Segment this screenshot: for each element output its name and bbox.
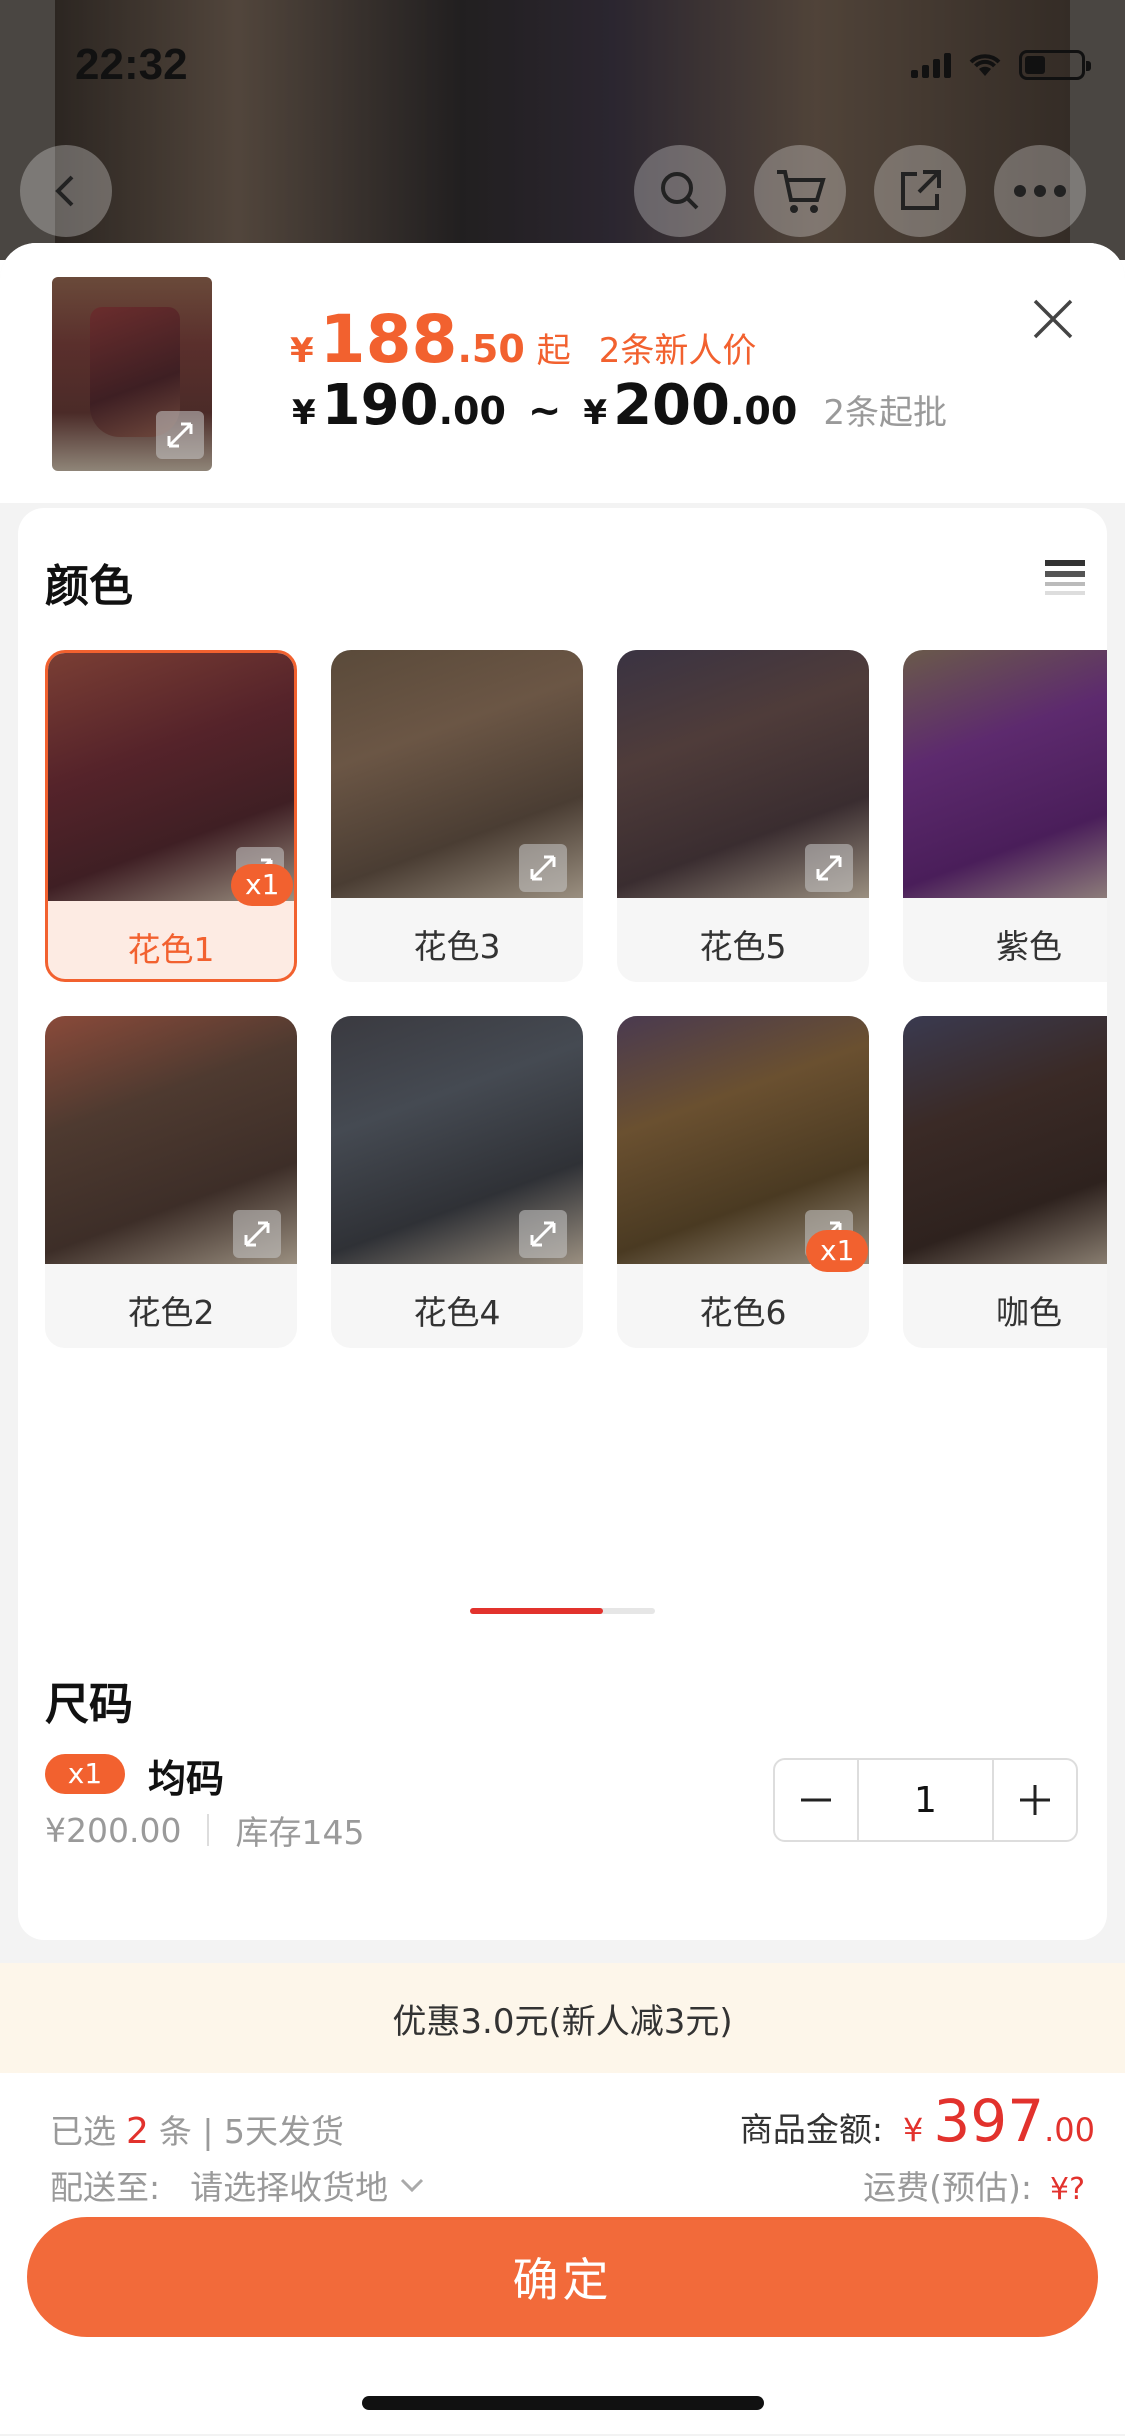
color-swatch[interactable]: 咖色 — [903, 1016, 1107, 1348]
quantity-badge: x1 — [806, 1230, 869, 1272]
expand-icon[interactable] — [805, 844, 853, 892]
share-button[interactable] — [874, 145, 966, 237]
ship-value: 请选择收货地 — [190, 2168, 389, 2207]
share-icon — [901, 170, 941, 210]
color-swatch[interactable]: 花色2 — [45, 1016, 297, 1348]
currency-symbol: ¥ — [903, 2111, 924, 2149]
close-icon[interactable] — [1025, 291, 1081, 347]
status-time: 22:32 — [75, 40, 188, 89]
search-icon — [661, 172, 699, 210]
sheet-header: ¥ 188 .50 起 2条新人价 ¥ 190 .00 ~ ¥ 200 .00 … — [0, 243, 1125, 503]
more-icon — [1014, 185, 1066, 197]
chevron-down-icon — [401, 2178, 424, 2193]
wifi-icon — [969, 54, 1001, 76]
currency-symbol: ¥ — [583, 393, 608, 433]
ship-to[interactable]: 配送至: 请选择收货地 — [50, 2161, 426, 2209]
wholesale-price-range: ¥ 190 .00 ~ ¥ 200 .00 2条起批 — [292, 373, 947, 438]
color-swatch[interactable]: 花色4 — [331, 1016, 583, 1348]
swatch-scroll-indicator — [470, 1608, 655, 1614]
swatch-name: 花色6 — [699, 1293, 787, 1332]
background-product-page: 22:32 — [0, 0, 1125, 260]
chevron-left-icon — [55, 175, 74, 207]
size-section-title: 尺码 — [45, 1679, 133, 1730]
color-swatch[interactable]: 紫色 — [903, 650, 1107, 982]
swatch-image — [903, 650, 1107, 898]
color-swatch[interactable]: 花色5 — [617, 650, 869, 982]
new-price-decimal: .50 — [457, 327, 525, 371]
new-user-price: ¥ 188 .50 起 2条新人价 — [290, 301, 756, 378]
more-button[interactable] — [994, 145, 1086, 237]
range-separator: ~ — [527, 388, 562, 434]
scroll-indicator-thumb — [470, 1608, 603, 1614]
quantity-badge: x1 — [231, 864, 294, 906]
freight-value: ¥? — [1049, 2172, 1085, 2207]
min-order-note: 2条起批 — [823, 393, 947, 433]
swatch-image — [903, 1016, 1107, 1264]
decrement-button[interactable] — [775, 1760, 857, 1840]
range-low-integer: 190 — [321, 373, 439, 438]
selected-count: 2 — [126, 2111, 149, 2152]
cart-button[interactable] — [754, 145, 846, 237]
swatch-name: 花色2 — [127, 1293, 215, 1332]
signal-icon — [911, 52, 951, 78]
expand-icon[interactable] — [519, 1210, 567, 1258]
home-indicator — [362, 2396, 764, 2410]
swatch-name: 花色5 — [699, 927, 787, 966]
size-quantity-badge: x1 — [45, 1754, 125, 1794]
selected-suffix: 条 | 5天发货 — [158, 2112, 344, 2151]
selected-summary: 已选 2 条 | 5天发货 — [50, 2105, 344, 2153]
plus-icon — [1020, 1785, 1050, 1815]
amount-integer: 397 — [933, 2087, 1045, 2155]
color-swatch[interactable]: 花色6 — [617, 1016, 869, 1348]
currency-symbol: ¥ — [292, 393, 316, 433]
promo-banner: 优惠3.0元(新人减3元) — [0, 1963, 1125, 2073]
goods-amount: 商品金额: ¥ 397 .00 — [740, 2087, 1095, 2155]
minus-icon — [801, 1798, 831, 1802]
expand-icon[interactable] — [156, 411, 204, 459]
range-high-decimal: .00 — [730, 389, 798, 433]
swatch-name: 花色4 — [413, 1293, 501, 1332]
freight-label: 运费(预估): — [863, 2168, 1032, 2207]
freight-estimate: 运费(预估): ¥? — [863, 2161, 1085, 2209]
new-price-note: 2条新人价 — [598, 331, 757, 371]
back-button[interactable] — [20, 145, 112, 237]
expand-icon[interactable] — [233, 1210, 281, 1258]
cart-icon — [777, 170, 826, 213]
quantity-stepper: 1 — [773, 1758, 1078, 1842]
size-name: 均码 — [148, 1757, 225, 1801]
selected-prefix: 已选 — [50, 2112, 116, 2151]
swatch-name: 紫色 — [996, 927, 1062, 966]
ship-label: 配送至: — [50, 2168, 161, 2207]
new-price-integer: 188 — [319, 301, 458, 378]
swatch-name: 花色3 — [413, 927, 501, 966]
status-icons — [911, 50, 1091, 80]
color-section-title: 颜色 — [45, 561, 133, 612]
sku-selector-sheet: ¥ 188 .50 起 2条新人价 ¥ 190 .00 ~ ¥ 200 .00 … — [0, 243, 1125, 2436]
product-thumbnail[interactable] — [52, 277, 212, 471]
confirm-button[interactable]: 确定 — [27, 2217, 1098, 2337]
divider — [207, 1814, 210, 1846]
color-swatch[interactable]: 花色3 — [331, 650, 583, 982]
list-view-icon[interactable] — [1043, 556, 1087, 600]
range-high-integer: 200 — [613, 373, 730, 438]
new-price-suffix: 起 — [536, 331, 571, 371]
range-low-decimal: .00 — [438, 389, 506, 433]
quantity-value[interactable]: 1 — [857, 1760, 994, 1840]
swatch-name: 咖色 — [996, 1293, 1062, 1332]
size-meta: ¥200.00 库存145 — [45, 1806, 364, 1854]
search-button[interactable] — [634, 145, 726, 237]
color-swatch[interactable]: 花色1 — [45, 650, 297, 982]
battery-icon — [1019, 50, 1091, 80]
amount-label: 商品金额: — [739, 2110, 884, 2149]
options-card: 颜色 花色1 x1 花色3 花色5 紫色 花色2 花色4 花色6 x1 咖色 尺… — [18, 508, 1107, 1940]
expand-icon[interactable] — [519, 844, 567, 892]
size-price: ¥200.00 — [45, 1810, 182, 1850]
currency-symbol: ¥ — [290, 331, 314, 371]
increment-button[interactable] — [994, 1760, 1076, 1840]
size-stock: 库存145 — [235, 1813, 365, 1852]
swatch-name: 花色1 — [127, 930, 215, 969]
amount-decimal: .00 — [1044, 2111, 1095, 2149]
